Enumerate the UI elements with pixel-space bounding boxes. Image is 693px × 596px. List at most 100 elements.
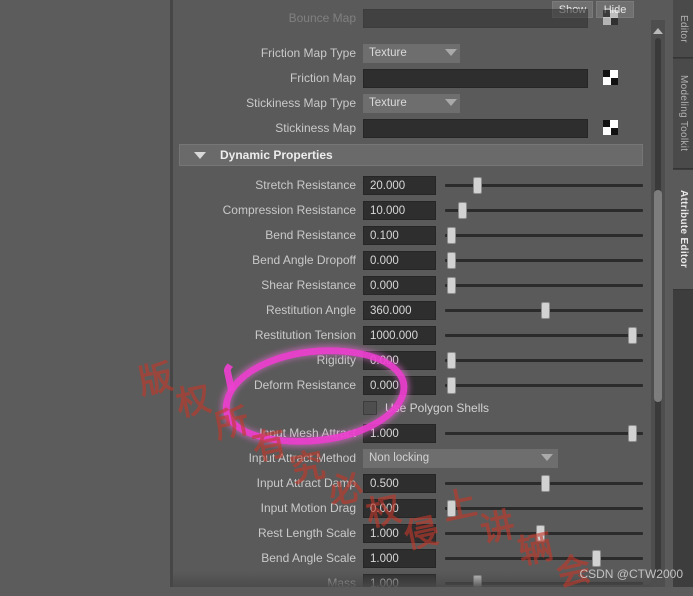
attr-row-deform-resistance[interactable]: Deform Resistance 0.000 [173,373,651,398]
bend-angle-scale-slider[interactable] [445,550,643,567]
rigidity-slider[interactable] [445,352,643,369]
deform-resistance-input[interactable]: 0.000 [363,376,436,395]
stickiness-map-field[interactable] [363,119,588,138]
attr-row-rigidity[interactable]: Rigidity 0.000 [173,348,651,373]
attr-row-stretch-resistance[interactable]: Stretch Resistance 20.000 [173,173,651,198]
input-attract-damp-input[interactable]: 0.500 [363,474,436,493]
slider-handle[interactable] [446,227,456,244]
attr-row-compression-resistance[interactable]: Compression Resistance 10.000 [173,198,651,223]
attr-row-shear-resistance[interactable]: Shear Resistance 0.000 [173,273,651,298]
chevron-down-icon [445,99,457,106]
texture-map-icon[interactable] [603,120,618,135]
slider-handle[interactable] [446,352,456,369]
slider-handle[interactable] [628,425,638,442]
input-mesh-attract-slider[interactable] [445,425,643,442]
restitution-tension-slider[interactable] [445,327,643,344]
attr-row-friction-map-type[interactable]: Friction Map Type Texture [173,41,651,66]
bend-resistance-input[interactable]: 0.100 [363,226,436,245]
attr-row-rest-length-scale[interactable]: Rest Length Scale 1.000 [173,521,651,546]
attr-row-use-polygon-shells[interactable]: Use Polygon Shells [173,398,651,420]
attr-label: Restitution Angle [265,303,356,317]
input-mesh-attract-input[interactable]: 1.000 [363,424,436,443]
attr-label: Rigidity [316,353,356,367]
compression-resistance-input[interactable]: 10.000 [363,201,436,220]
compression-resistance-slider[interactable] [445,202,643,219]
attr-row-bounce-map[interactable]: Bounce Map [173,6,651,31]
shear-resistance-input[interactable]: 0.000 [363,276,436,295]
restitution-angle-slider[interactable] [445,302,643,319]
slider-handle[interactable] [541,475,551,492]
bend-angle-scale-input[interactable]: 1.000 [363,549,436,568]
slider-handle[interactable] [446,277,456,294]
attr-row-input-mesh-attract[interactable]: Input Mesh Attract 1.000 [173,421,651,446]
attr-label: Rest Length Scale [257,526,356,540]
attr-row-stickiness-map[interactable]: Stickiness Map [173,116,651,141]
dropdown-value: Non locking [369,452,430,464]
stretch-resistance-input[interactable]: 20.000 [363,176,436,195]
chevron-down-icon [194,152,206,159]
rigidity-input[interactable]: 0.000 [363,351,436,370]
shear-resistance-slider[interactable] [445,277,643,294]
bend-angle-dropoff-slider[interactable] [445,252,643,269]
rest-length-scale-slider[interactable] [445,525,643,542]
scroll-up-arrow-icon[interactable] [653,28,663,34]
slider-handle[interactable] [458,202,468,219]
restitution-angle-input[interactable]: 360.000 [363,301,436,320]
input-attract-damp-slider[interactable] [445,475,643,492]
deform-resistance-slider[interactable] [445,377,643,394]
dropdown-value: Texture [369,47,407,59]
slider-handle[interactable] [592,550,602,567]
bend-resistance-slider[interactable] [445,227,643,244]
section-title: Dynamic Properties [220,148,333,162]
scrollbar-thumb[interactable] [654,190,662,402]
tab-attribute-editor[interactable]: Attribute Editor [673,170,693,290]
attr-label: Input Mesh Attract [259,426,356,440]
attr-row-restitution-tension[interactable]: Restitution Tension 1000.000 [173,323,651,348]
chevron-down-icon [541,454,553,461]
texture-map-icon[interactable] [603,70,618,85]
attr-row-bend-angle-dropoff[interactable]: Bend Angle Dropoff 0.000 [173,248,651,273]
slider-handle[interactable] [628,327,638,344]
slider-handle[interactable] [446,377,456,394]
restitution-tension-input[interactable]: 1000.000 [363,326,436,345]
attr-row-input-attract-damp[interactable]: Input Attract Damp 0.500 [173,471,651,496]
tab-modeling-toolkit[interactable]: Modeling Toolkit [673,59,693,169]
attr-row-friction-map[interactable]: Friction Map [173,66,651,91]
use-polygon-shells-checkbox[interactable] [363,401,377,415]
viewport-area[interactable] [0,0,172,587]
bounce-map-field[interactable] [363,9,588,28]
attr-row-input-motion-drag[interactable]: Input Motion Drag 0.000 [173,496,651,521]
slider-handle[interactable] [535,525,545,542]
attr-label: Friction Map [289,71,356,85]
dropdown-value: Texture [369,97,407,109]
attribute-scroll-area: Bounce Map Friction Map Type Texture Fri… [173,9,651,587]
attr-label: Compression Resistance [222,203,356,217]
texture-map-icon[interactable] [603,10,618,25]
friction-map-type-dropdown[interactable]: Texture [363,44,460,63]
bend-angle-dropoff-input[interactable]: 0.000 [363,251,436,270]
slider-handle[interactable] [446,252,456,269]
input-motion-drag-slider[interactable] [445,500,643,517]
attr-label: Input Attract Method [248,451,356,465]
stretch-resistance-slider[interactable] [445,177,643,194]
friction-map-field[interactable] [363,69,588,88]
attribute-editor-panel: Show Hide Bounce Map Friction Map Type T… [173,0,673,587]
attr-label: Bounce Map [288,11,356,25]
checkbox-label: Use Polygon Shells [385,401,490,415]
section-header-dynamic-properties[interactable]: Dynamic Properties [179,144,643,166]
attr-row-bend-resistance[interactable]: Bend Resistance 0.100 [173,223,651,248]
rest-length-scale-input[interactable]: 1.000 [363,524,436,543]
attr-row-restitution-angle[interactable]: Restitution Angle 360.000 [173,298,651,323]
slider-handle[interactable] [473,177,483,194]
tab-editor[interactable]: Editor [673,0,693,58]
slider-handle[interactable] [446,500,456,517]
attr-row-input-attract-method[interactable]: Input Attract Method Non locking [173,446,651,471]
attr-row-stickiness-map-type[interactable]: Stickiness Map Type Texture [173,91,651,116]
input-motion-drag-input[interactable]: 0.000 [363,499,436,518]
attr-label: Restitution Tension [254,328,356,342]
panel-scrollbar[interactable] [651,20,665,587]
right-tab-strip: Editor Modeling Toolkit Attribute Editor [673,0,693,587]
input-attract-method-dropdown[interactable]: Non locking [363,449,558,468]
stickiness-map-type-dropdown[interactable]: Texture [363,94,460,113]
slider-handle[interactable] [541,302,551,319]
